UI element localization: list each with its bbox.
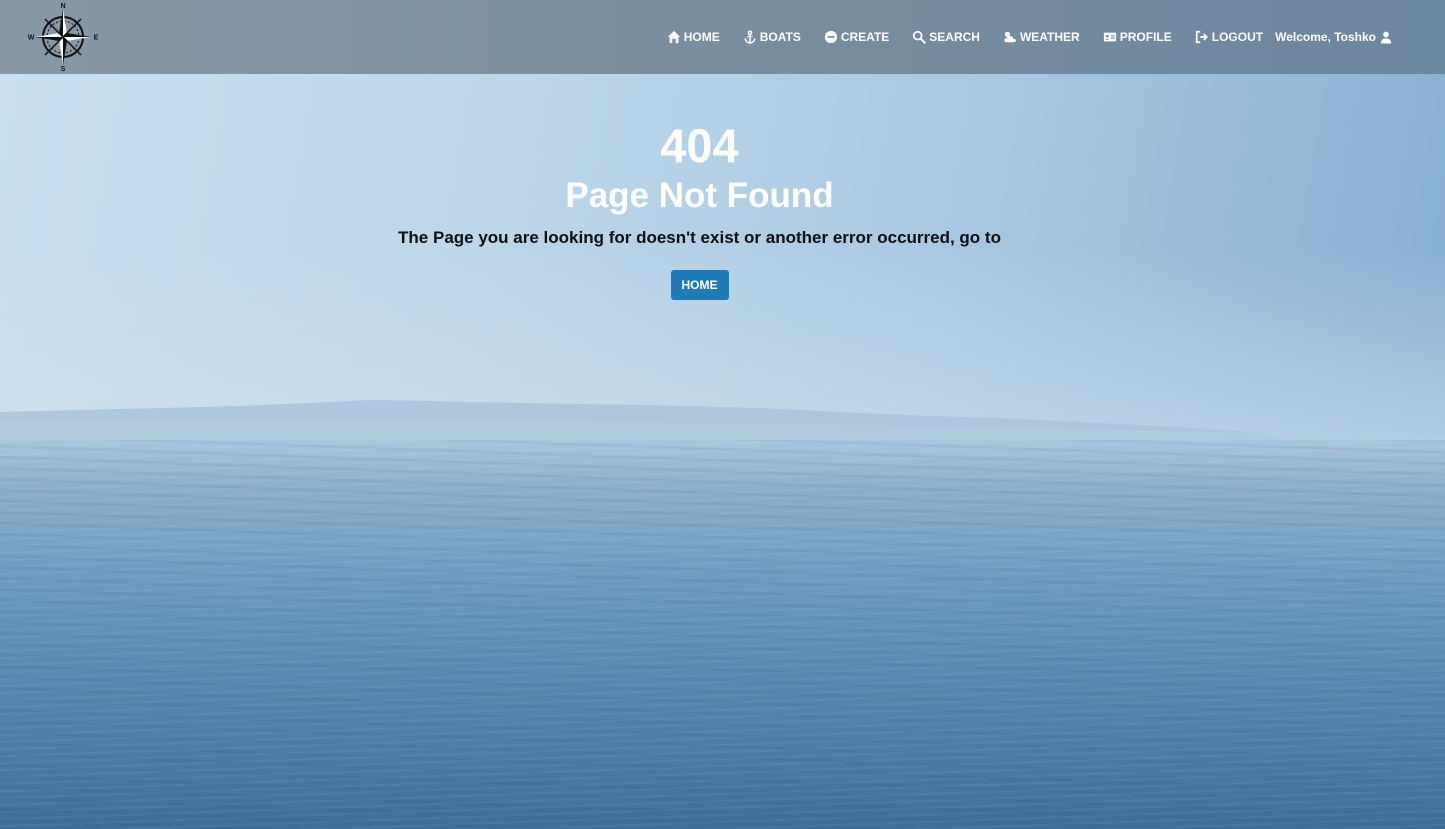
compass-rose-icon[interactable]: N S E W bbox=[26, 1, 100, 73]
error-panel: 404 Page Not Found The Page you are look… bbox=[0, 118, 1399, 300]
sign-out-icon bbox=[1195, 30, 1208, 44]
nav-item-create-label: CREATE bbox=[840, 30, 890, 44]
nav-item-logout-label: LOGOUT bbox=[1211, 30, 1264, 44]
user-icon bbox=[1380, 31, 1392, 43]
home-icon bbox=[667, 30, 680, 44]
nav-item-home[interactable]: HOME bbox=[667, 30, 720, 44]
id-card-icon bbox=[1103, 32, 1116, 42]
compass-south-label: S bbox=[61, 66, 66, 73]
compass-west-label: W bbox=[28, 35, 35, 42]
nav-item-boats-label: BOATS bbox=[759, 30, 801, 44]
nav-item-boats[interactable]: BOATS bbox=[743, 30, 801, 44]
distant-mountains bbox=[0, 400, 1445, 444]
plus-circle-icon bbox=[824, 30, 837, 44]
error-code: 404 bbox=[660, 119, 739, 172]
error-message: The Page you are looking for doesn't exi… bbox=[398, 228, 1001, 247]
welcome-text: Welcome, Toshko bbox=[1275, 30, 1376, 44]
nav-item-create[interactable]: CREATE bbox=[824, 30, 889, 44]
search-icon bbox=[913, 30, 927, 44]
nav-item-weather[interactable]: WEATHER bbox=[1003, 30, 1080, 44]
nav-item-home-label: HOME bbox=[683, 30, 720, 44]
nav-item-search[interactable]: SEARCH bbox=[912, 30, 980, 44]
nav-links: HOME BOATS CREATE SEARCH WEATHER PROFILE… bbox=[644, 0, 1392, 74]
compass-north-label: N bbox=[60, 3, 65, 10]
nav-item-profile-label: PROFILE bbox=[1119, 30, 1172, 44]
nav-item-search-label: SEARCH bbox=[929, 30, 980, 44]
compass-east-label: E bbox=[94, 35, 99, 42]
top-navbar: N S E W HOME BOATS CREATE SEARCH WEATHER… bbox=[0, 0, 1445, 74]
nav-item-logout[interactable]: LOGOUT bbox=[1195, 30, 1263, 44]
nav-item-profile[interactable]: PROFILE bbox=[1103, 30, 1172, 44]
cloud-sun-icon bbox=[1004, 31, 1016, 43]
nav-item-weather-label: WEATHER bbox=[1019, 30, 1080, 44]
welcome-user[interactable]: Welcome, Toshko bbox=[1275, 30, 1392, 44]
anchor-icon bbox=[744, 30, 756, 44]
home-button[interactable]: HOME bbox=[670, 270, 729, 300]
sea-ripples bbox=[0, 440, 1445, 829]
error-title: Page Not Found bbox=[565, 176, 834, 215]
